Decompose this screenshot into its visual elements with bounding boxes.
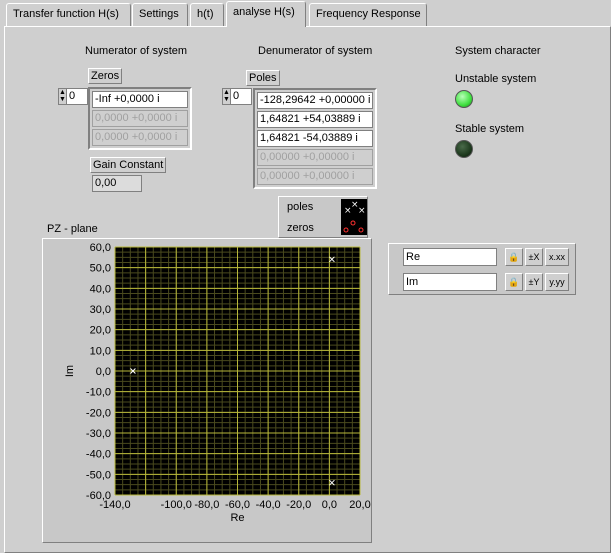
y-tick-label: 50,0: [90, 263, 111, 275]
x-tick-label: -80,0: [194, 499, 219, 511]
y-format-icon[interactable]: y.yy: [545, 273, 569, 291]
x-tick-label: 20,0: [349, 499, 370, 511]
autoscale-y-icon[interactable]: ±Y: [525, 273, 543, 291]
poles-index-value: 0: [233, 90, 240, 102]
gain-caption: Gain Constant: [90, 157, 167, 173]
x-axis-label: Re: [230, 512, 244, 524]
poles-index[interactable]: ▲ ▼ 0: [222, 88, 252, 105]
y-scale-name[interactable]: Im: [403, 273, 497, 291]
plot-title: PZ - plane: [47, 223, 98, 235]
zero-cell-1[interactable]: 0,0000 +0,0000 i: [92, 110, 188, 127]
spinner-icon[interactable]: ▲ ▼: [59, 89, 67, 104]
tab-analyse[interactable]: analyse H(s): [226, 1, 306, 27]
y-tick-label: 10,0: [90, 345, 111, 357]
y-tick-label: -60,0: [86, 490, 111, 502]
zeros-index[interactable]: ▲ ▼ 0: [58, 88, 88, 105]
x-tick-label: -40,0: [256, 499, 281, 511]
zeros-index-value: 0: [69, 90, 76, 102]
zeros-caption: Zeros: [88, 68, 123, 84]
zeros-array: -Inf +0,0000 i 0,0000 +0,0000 i 0,0000 +…: [88, 87, 192, 150]
legend-x-marker: ×: [358, 206, 366, 216]
scale-legend: Re 🔒 ±X x.xx Im 🔒 ±Y y.yy: [388, 243, 576, 295]
gain-value[interactable]: 0,00: [92, 175, 142, 192]
x-format-icon[interactable]: x.xx: [545, 248, 569, 266]
pz-plot[interactable]: -140,0 -100,0 -80,0 -60,0 -40,0 -20,0 0,0 20,0 6…: [42, 238, 372, 543]
poles-array: -128,29642 +0,00000 i 1,64821 +54,03889 …: [253, 88, 377, 189]
pole-cell-4[interactable]: 0,00000 +0,00000 i: [257, 168, 373, 185]
y-tick-label: 0,0: [96, 366, 111, 378]
tab-transfer-function[interactable]: Transfer function H(s): [6, 3, 131, 26]
plot-legend[interactable]: poles zeros × × ×: [278, 196, 368, 238]
y-tick-label: -40,0: [86, 449, 111, 461]
y-tick-label: -50,0: [86, 469, 111, 481]
system-character-title: System character: [455, 45, 541, 57]
x-tick-label: -20,0: [286, 499, 311, 511]
x-tick-label: -100,0: [161, 499, 192, 511]
y-tick-label: 20,0: [90, 325, 111, 337]
pole-cell-1[interactable]: 1,64821 +54,03889 i: [257, 111, 373, 128]
lock-icon[interactable]: 🔒: [505, 273, 523, 291]
spinner-icon[interactable]: ▲ ▼: [223, 89, 231, 104]
y-axis-label: Im: [64, 365, 76, 377]
unstable-label: Unstable system: [455, 73, 537, 85]
y-tick-label: 30,0: [90, 304, 111, 316]
lock-icon[interactable]: 🔒: [505, 248, 523, 266]
y-tick-label: 40,0: [90, 283, 111, 295]
legend-o-marker: [343, 227, 349, 233]
pole-cell-0[interactable]: -128,29642 +0,00000 i: [257, 92, 373, 109]
y-tick-label: 60,0: [90, 242, 111, 254]
window: Transfer function H(s) Settings h(t) ana…: [0, 0, 611, 553]
pole-cell-3[interactable]: 0,00000 +0,00000 i: [257, 149, 373, 166]
pz-plot-svg[interactable]: -140,0 -100,0 -80,0 -60,0 -40,0 -20,0 0,0 20,06…: [43, 239, 373, 544]
legend-o-marker: [358, 227, 364, 233]
unstable-led: [455, 90, 473, 108]
x-tick-label: 0,0: [322, 499, 337, 511]
y-tick-label: -20,0: [86, 407, 111, 419]
tab-ht[interactable]: h(t): [190, 3, 224, 26]
y-tick-label: -10,0: [86, 387, 111, 399]
legend-o-marker: [350, 220, 356, 226]
zero-cell-0[interactable]: -Inf +0,0000 i: [92, 91, 188, 108]
poles-caption: Poles: [246, 70, 280, 86]
stable-led: [455, 140, 473, 158]
x-tick-label: -60,0: [225, 499, 250, 511]
tab-frequency-response[interactable]: Frequency Response: [309, 3, 427, 26]
tab-bar: Transfer function H(s) Settings h(t) ana…: [0, 0, 611, 27]
legend-poles: poles: [287, 201, 314, 213]
autoscale-x-icon[interactable]: ±X: [525, 248, 543, 266]
tab-settings[interactable]: Settings: [132, 3, 188, 26]
x-scale-name[interactable]: Re: [403, 248, 497, 266]
legend-swatch: × × ×: [341, 199, 367, 235]
pole-cell-2[interactable]: 1,64821 -54,03889 i: [257, 130, 373, 147]
y-tick-label: -30,0: [86, 428, 111, 440]
legend-zeros: zeros: [287, 222, 314, 234]
zero-cell-2[interactable]: 0,0000 +0,0000 i: [92, 129, 188, 146]
denominator-title: Denumerator of system: [258, 45, 373, 57]
stable-label: Stable system: [455, 123, 525, 135]
numerator-title: Numerator of system: [85, 45, 188, 57]
